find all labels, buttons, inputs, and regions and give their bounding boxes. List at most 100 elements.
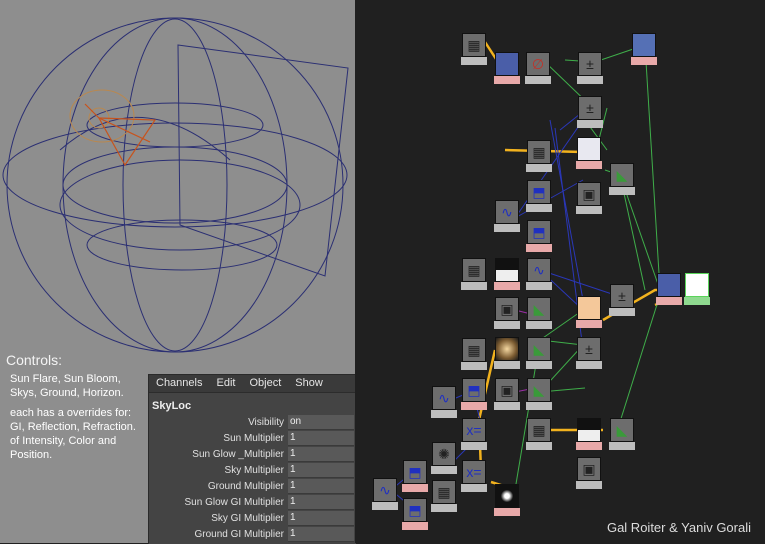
- sphere-icon: ●: [692, 277, 702, 293]
- place2d-node[interactable]: ▦: [461, 258, 487, 290]
- multiply-node-2[interactable]: x=: [461, 460, 487, 492]
- attr-value-field[interactable]: on: [288, 415, 354, 430]
- attr-value-field[interactable]: 1: [288, 431, 354, 446]
- triangle-node-5[interactable]: ◣: [609, 418, 635, 450]
- attr-row-visibility[interactable]: Visibility on: [149, 415, 356, 431]
- plus-minus-node[interactable]: ±: [577, 52, 603, 84]
- curve-icon: ∿: [379, 482, 391, 498]
- sun-color-node-3[interactable]: ⬒: [402, 498, 428, 530]
- attr-row-sun-multiplier[interactable]: Sun Multiplier 1: [149, 431, 356, 447]
- sun-color-node-2[interactable]: ⬒: [402, 460, 428, 492]
- attr-label: Sky GI Multiplier: [211, 513, 284, 524]
- menu-show[interactable]: Show: [288, 375, 330, 392]
- attr-label: Sky Multiplier: [224, 465, 284, 476]
- node-name[interactable]: SkyLoc: [149, 393, 356, 415]
- attr-row-ground-gi-multiplier[interactable]: Ground GI Multiplier 1: [149, 527, 356, 543]
- cube-icon: ▣: [582, 186, 596, 202]
- swirl-node[interactable]: ∅: [525, 52, 551, 84]
- sky-color-node-2[interactable]: ⬒: [526, 220, 552, 252]
- checker-icon: ▦: [532, 422, 546, 438]
- cube-node-3[interactable]: ▣: [494, 378, 520, 410]
- place2d-node[interactable]: ▦: [461, 338, 487, 370]
- curve-node[interactable]: ∿: [494, 200, 520, 232]
- attr-value-field[interactable]: 1: [288, 495, 354, 510]
- triangle-node-4[interactable]: ◣: [526, 378, 552, 410]
- plus-minus-node-4[interactable]: ±: [576, 337, 602, 369]
- attr-row-sky-multiplier[interactable]: Sky Multiplier 1: [149, 463, 356, 479]
- multiply-node[interactable]: x=: [461, 418, 487, 450]
- triangle-node-2[interactable]: ◣: [526, 297, 552, 329]
- attr-value-field[interactable]: 1: [288, 527, 354, 542]
- controls-line: each has a overrides for:: [10, 407, 132, 419]
- place2d-node[interactable]: ▦: [526, 418, 552, 450]
- place2d-node[interactable]: ▦: [526, 140, 552, 172]
- triangle-icon: ◣: [533, 301, 545, 317]
- sky-shape-node[interactable]: ●: [684, 273, 710, 305]
- hdr-file-node[interactable]: [494, 52, 520, 84]
- sun-disc-node[interactable]: [494, 484, 520, 516]
- attr-label: Visibility: [248, 417, 284, 428]
- ramp-node[interactable]: [494, 258, 520, 290]
- curve-node-3[interactable]: ∿: [431, 386, 457, 418]
- multiply-icon: x=: [466, 464, 482, 480]
- checker-icon: ▦: [467, 262, 481, 278]
- plus-minus-node-3[interactable]: ±: [609, 284, 635, 316]
- controls-line: Skys, Ground, Horizon.: [10, 387, 124, 399]
- rgb-icon: ⬒: [532, 224, 546, 240]
- menu-edit[interactable]: Edit: [209, 375, 242, 392]
- attr-label: Sun Multiplier: [223, 433, 284, 444]
- attr-row-sun-glow-gi-multiplier[interactable]: Sun Glow GI Multiplier 1: [149, 495, 356, 511]
- triangle-node[interactable]: ◣: [609, 163, 635, 195]
- env-file-node[interactable]: [631, 33, 657, 65]
- attr-label: Ground GI Multiplier: [194, 529, 284, 540]
- plus-minus-icon: ±: [585, 341, 593, 357]
- glow-node[interactable]: [576, 296, 602, 328]
- cube-node[interactable]: ▣: [576, 182, 602, 214]
- attr-value-field[interactable]: 1: [288, 447, 354, 462]
- ramp-node-2[interactable]: [576, 418, 602, 450]
- attr-value-field[interactable]: 1: [288, 463, 354, 478]
- attr-row-sky-gi-multiplier[interactable]: Sky GI Multiplier 1: [149, 511, 356, 527]
- plus-minus-icon: ±: [586, 56, 594, 72]
- channel-box: Channels Edit Object Show SkyLoc Visibil…: [148, 374, 356, 544]
- plus-minus-icon: ±: [586, 100, 594, 116]
- plus-minus-node-2[interactable]: ±: [577, 96, 603, 128]
- cube-icon: ▣: [500, 301, 514, 317]
- cube-node-2[interactable]: ▣: [494, 297, 520, 329]
- triangle-node-3[interactable]: ◣: [526, 337, 552, 369]
- curve-icon: ∿: [438, 390, 450, 406]
- curve-node-4[interactable]: ∿: [372, 478, 398, 510]
- attr-row-ground-multiplier[interactable]: Ground Multiplier 1: [149, 479, 356, 495]
- sky-color-node[interactable]: ⬒: [526, 180, 552, 212]
- attr-label: Ground Multiplier: [207, 481, 284, 492]
- curve-node-2[interactable]: ∿: [526, 258, 552, 290]
- place2d-node[interactable]: ▦: [461, 33, 487, 65]
- controls-title: Controls:: [6, 352, 63, 368]
- cube-node-4[interactable]: ▣: [576, 457, 602, 489]
- plus-minus-icon: ±: [618, 288, 626, 304]
- checker-icon: ▦: [532, 144, 546, 160]
- controls-note: Controls: Sun Flare, Sun Bloom, Skys, Gr…: [4, 352, 154, 462]
- triangle-icon: ◣: [616, 422, 628, 438]
- rgb-icon: ⬒: [408, 502, 422, 518]
- place2d-node[interactable]: ▦: [431, 480, 457, 512]
- attr-row-sun-glow-multiplier[interactable]: Sun Glow _Multiplier 1: [149, 447, 356, 463]
- controls-line: Sun Flare, Sun Bloom,: [10, 373, 121, 385]
- swirl-icon: ∅: [531, 56, 545, 72]
- sky-loc-node[interactable]: [656, 273, 682, 305]
- menu-object[interactable]: Object: [242, 375, 288, 392]
- sun-color-node[interactable]: ⬒: [461, 378, 487, 410]
- credit-text: Gal Roiter & Yaniv Gorali: [606, 520, 751, 535]
- multiply-icon: x=: [466, 422, 482, 438]
- flare-node[interactable]: ✺: [431, 442, 457, 474]
- hypergraph-panel[interactable]: ▦ ∅ ± ± ▦ ◣ ⬒ ▣ ∿ ⬒ ▦ ∿ ▣ ◣ ± ● ▦ ◣ ± ∿ …: [355, 0, 765, 543]
- attr-value-field[interactable]: 1: [288, 511, 354, 526]
- attr-value-field[interactable]: 1: [288, 479, 354, 494]
- triangle-icon: ◣: [533, 341, 545, 357]
- curve-icon: ∿: [501, 204, 513, 220]
- menu-channels[interactable]: Channels: [149, 375, 209, 392]
- sky-ramp-node[interactable]: [576, 137, 602, 169]
- sun-glow-node[interactable]: [494, 337, 520, 369]
- flare-icon: ✺: [438, 446, 450, 462]
- controls-line: GI, Reflection, Refraction.: [10, 421, 136, 433]
